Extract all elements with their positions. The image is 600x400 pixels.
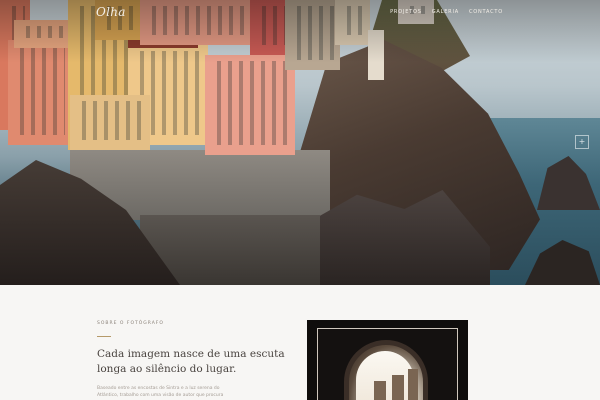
featured-photo[interactable] (307, 320, 468, 400)
expand-icon[interactable]: + (575, 135, 589, 149)
about-section: Sobre o fotógrafo Cada imagem nasce de u… (0, 285, 600, 400)
nav-link-galeria[interactable]: Galeria (432, 9, 459, 15)
photo-inner-border (317, 328, 458, 400)
section-body: Baseado entre as encostas de Sintra e a … (97, 386, 224, 398)
hero-image: Olha Projetos Galeria Contacto + (0, 0, 600, 285)
cathedral-tower (392, 375, 404, 400)
site-logo[interactable]: Olha (96, 5, 126, 19)
section-eyebrow: Sobre o fotógrafo (97, 321, 164, 326)
hero-scrim (0, 0, 600, 285)
cathedral-tower (408, 369, 418, 400)
nav-link-contacto[interactable]: Contacto (469, 9, 503, 15)
cathedral-tower (374, 381, 386, 400)
nav-link-projetos[interactable]: Projetos (390, 9, 422, 15)
section-headline: Cada imagem nasce de uma escuta longa ao… (97, 348, 285, 375)
accent-rule (97, 336, 111, 337)
main-nav: Projetos Galeria Contacto (390, 9, 503, 15)
